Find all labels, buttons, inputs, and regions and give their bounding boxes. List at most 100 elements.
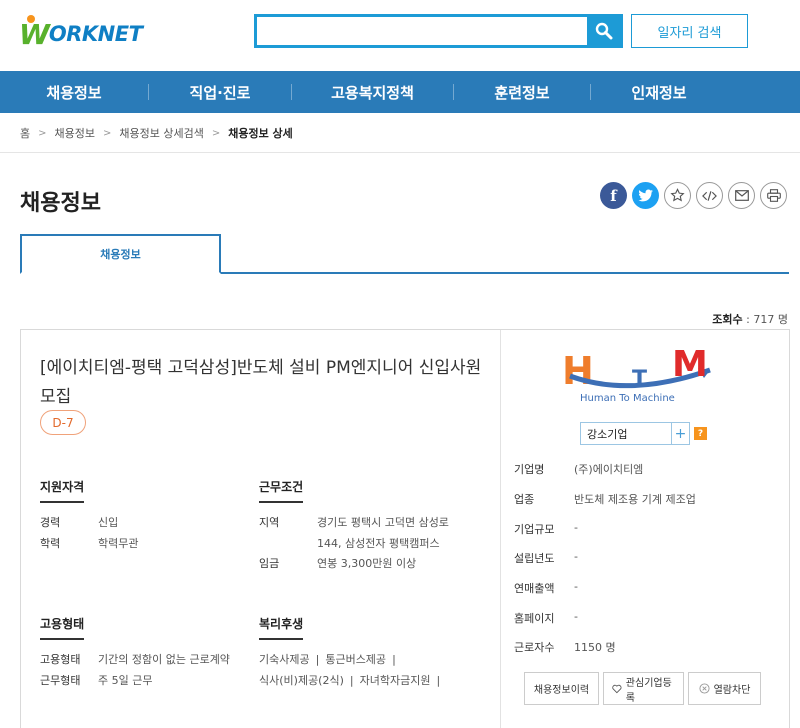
row-label: 고용형태 — [40, 653, 81, 666]
job-search-button[interactable]: 일자리 검색 — [631, 14, 748, 48]
search-box — [254, 14, 623, 48]
nav-item-training[interactable]: 훈련정보 — [454, 82, 590, 103]
job-history-button[interactable]: 채용정보이력 — [524, 672, 599, 705]
info-value: - — [574, 610, 578, 623]
site-header: W ORKNET 일자리 검색 — [0, 0, 800, 71]
job-detail-card: [에이치티엠-평택 고덕삼성]반도체 설비 PM엔지니어 신입사원 모집 D-7… — [20, 329, 790, 728]
card-divider — [500, 330, 501, 728]
breadcrumb-home[interactable]: 홈 — [20, 125, 30, 141]
region-value: 경기도 평택시 고덕면 삼성로 144, 삼성전자 평택캠퍼스 — [317, 512, 449, 554]
twitter-icon[interactable] — [632, 182, 659, 209]
svg-text:H: H — [562, 349, 594, 393]
info-value: - — [574, 521, 578, 534]
breadcrumb-jobs[interactable]: 채용정보 — [55, 125, 95, 141]
company-info-row: 기업규모 - — [514, 521, 578, 537]
row-value: 연봉 3,300만원 이상 — [317, 557, 417, 570]
section-title-qualification: 지원자격 — [40, 478, 85, 503]
separator: | — [436, 674, 441, 687]
company-info-row: 연매출액 - — [514, 580, 578, 596]
section-title-employment: 고용형태 — [40, 615, 85, 640]
region-line-1: 경기도 평택시 고덕면 삼성로 — [317, 516, 449, 529]
company-info-row: 근로자수 1150 명 — [514, 639, 616, 655]
row-label: 임금 — [259, 557, 280, 570]
welfare-row: 식사(비)제공(2식) | 자녀학자금지원 | — [259, 670, 446, 691]
view-count-label: 조회수 — [712, 313, 743, 326]
separator: | — [315, 653, 320, 666]
row-label: 지역 — [259, 516, 280, 529]
breadcrumb-current: 채용정보 상세 — [228, 127, 293, 140]
worknet-logo[interactable]: W ORKNET — [19, 14, 143, 51]
conditions-wage-row: 임금 연봉 3,300만원 이상 — [259, 553, 416, 574]
chevron-right-icon: > — [211, 127, 221, 139]
add-interest-company-button[interactable]: 관심기업등록 — [603, 672, 684, 705]
welfare-item: 식사(비)제공(2식) — [259, 674, 344, 687]
nav-item-career[interactable]: 직업·진로 — [149, 82, 291, 103]
company-info-row: 업종 반도체 제조용 기계 제조업 — [514, 491, 696, 507]
company-logo-caption: Human To Machine — [580, 393, 675, 404]
button-label: 관심기업등록 — [625, 677, 672, 704]
tab-job-info[interactable]: 채용정보 — [20, 234, 221, 274]
company-info-row: 기업명 (주)에이치티엠 — [514, 461, 643, 477]
search-button[interactable] — [587, 17, 620, 45]
info-label: 업종 — [514, 493, 535, 506]
separator: | — [349, 674, 354, 687]
view-count: 조회수 : 717 명 — [712, 311, 788, 327]
button-label: 채용정보이력 — [533, 685, 590, 696]
embed-code-icon[interactable] — [696, 182, 723, 209]
info-value: 1150 명 — [574, 641, 616, 654]
page-title: 채용정보 — [20, 191, 101, 216]
row-label: 경력 — [40, 516, 61, 529]
breadcrumb-detail-search[interactable]: 채용정보 상세검색 — [119, 125, 203, 141]
email-icon[interactable] — [728, 182, 755, 209]
info-label: 기업명 — [514, 463, 545, 476]
company-info-row: 설립년도 - — [514, 550, 578, 566]
nav-item-jobs[interactable]: 채용정보 — [0, 82, 148, 103]
badge-label: 강소기업 — [587, 427, 628, 441]
plus-icon[interactable]: + — [671, 423, 689, 444]
row-value: 신입 — [98, 516, 119, 529]
print-icon[interactable] — [760, 182, 787, 209]
section-title-welfare: 복리후생 — [259, 615, 304, 640]
section-title-conditions: 근무조건 — [259, 478, 304, 503]
share-toolbar: f — [600, 182, 787, 209]
certification-badge: 강소기업 + — [580, 422, 690, 445]
welfare-item: 기숙사제공 — [259, 653, 310, 666]
block-icon — [699, 683, 710, 694]
welfare-item: 통근버스제공 — [325, 653, 387, 666]
divider — [0, 152, 800, 153]
facebook-icon[interactable]: f — [600, 182, 627, 209]
qualification-row: 학력 학력무관 — [40, 533, 138, 554]
view-count-value: : 717 명 — [746, 313, 788, 326]
help-icon[interactable]: ? — [694, 427, 707, 440]
block-view-button[interactable]: 열람차단 — [688, 672, 761, 705]
info-value: (주)에이치티엠 — [574, 463, 644, 476]
info-value: 반도체 제조용 기계 제조업 — [574, 493, 696, 506]
job-title: [에이치티엠-평택 고덕삼성]반도체 설비 PM엔지니어 신입사원 모집 — [40, 358, 482, 407]
row-value: 주 5일 근무 — [98, 674, 153, 687]
nav-item-welfare-policy[interactable]: 고용복지정책 — [292, 82, 453, 103]
search-input[interactable] — [257, 17, 587, 45]
tab-bar: 채용정보 — [20, 234, 789, 274]
welfare-row: 기숙사제공 | 통근버스제공 | — [259, 649, 402, 670]
chevron-right-icon: > — [38, 127, 47, 139]
conditions-region-row: 지역 경기도 평택시 고덕면 삼성로 144, 삼성전자 평택캠퍼스 — [259, 512, 449, 554]
logo-text: ORKNET — [48, 22, 143, 46]
main-nav: 채용정보 직업·진로 고용복지정책 훈련정보 인재정보 — [0, 71, 800, 113]
info-value: - — [574, 580, 578, 593]
row-value: 학력무관 — [98, 537, 139, 550]
row-label: 근무형태 — [40, 674, 81, 687]
svg-text:T: T — [632, 367, 647, 392]
company-logo: H T M Human To Machine — [560, 344, 730, 404]
svg-text:M: M — [672, 346, 708, 385]
star-icon[interactable] — [664, 182, 691, 209]
info-label: 기업규모 — [514, 523, 555, 536]
row-label: 학력 — [40, 537, 61, 550]
dday-badge: D-7 — [40, 410, 86, 435]
employment-row: 고용형태 기간의 정함이 없는 근로계약 — [40, 649, 230, 670]
breadcrumb: 홈 > 채용정보 > 채용정보 상세검색 > 채용정보 상세 — [20, 124, 293, 142]
info-label: 홈페이지 — [514, 612, 555, 625]
heart-icon — [612, 684, 622, 693]
chevron-right-icon: > — [103, 127, 112, 139]
nav-item-talent[interactable]: 인재정보 — [591, 82, 727, 103]
logo-w-mark: W — [19, 14, 50, 51]
